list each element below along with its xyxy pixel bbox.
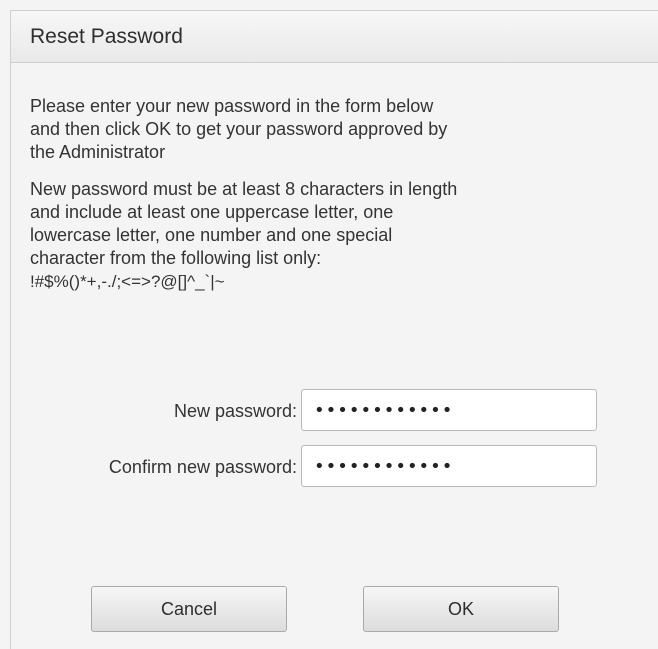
cancel-button[interactable]: Cancel	[91, 586, 287, 632]
dialog-title: Reset Password	[30, 24, 183, 48]
new-password-field[interactable]	[301, 389, 597, 431]
confirm-password-field[interactable]	[301, 445, 597, 487]
requirements-line-3: lowercase letter, one number and one spe…	[30, 225, 393, 245]
instructions-line-3: the Administrator	[30, 142, 166, 162]
ok-button[interactable]: OK	[363, 586, 559, 632]
dialog-body: Please enter your new password in the fo…	[30, 95, 620, 307]
requirements-text: New password must be at least 8 characte…	[30, 178, 620, 293]
requirements-line-1: New password must be at least 8 characte…	[30, 179, 458, 199]
allowed-special-characters: !#$%()*+,-./;<=>?@[]^_`|~	[30, 272, 225, 291]
new-password-label: New password:	[173, 400, 297, 421]
dialog-titlebar: Reset Password	[11, 11, 658, 63]
confirm-password-row: Confirm new password:	[11, 445, 658, 489]
instructions-line-2: and then click OK to get your password a…	[30, 119, 448, 139]
requirements-line-2: and include at least one uppercase lette…	[30, 202, 394, 222]
instructions-line-1: Please enter your new password in the fo…	[30, 96, 434, 116]
requirements-line-4: character from the following list only:	[30, 248, 322, 268]
confirm-password-label: Confirm new password:	[108, 456, 297, 477]
instructions-text: Please enter your new password in the fo…	[30, 95, 620, 164]
reset-password-dialog: Reset Password Please enter your new pas…	[10, 10, 658, 649]
new-password-row: New password:	[11, 389, 658, 433]
